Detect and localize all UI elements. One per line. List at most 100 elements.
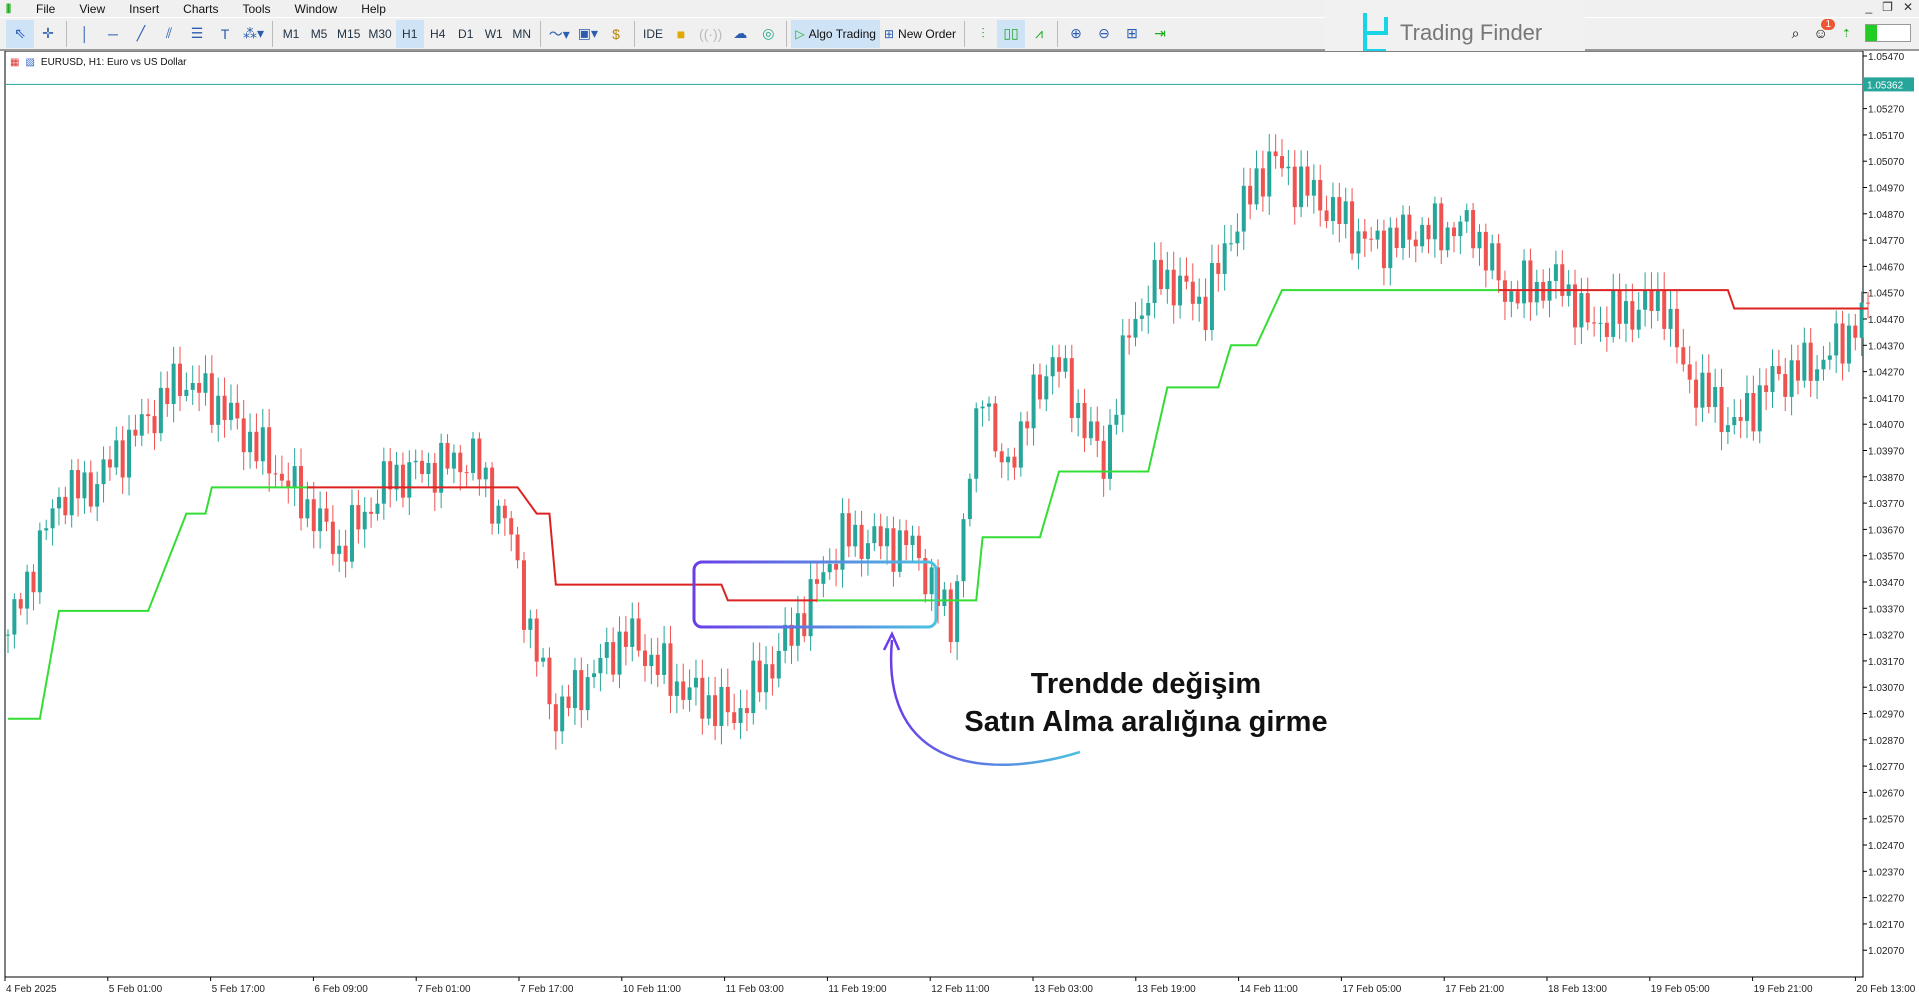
candle-body <box>993 403 998 452</box>
candle-body <box>1018 421 1023 468</box>
candle-body <box>757 660 762 693</box>
candle-body <box>1241 185 1246 232</box>
signal-strength-bar <box>1865 24 1911 42</box>
cursor-icon[interactable]: ⇖ <box>6 19 34 48</box>
candle-body <box>420 460 425 475</box>
tf-h1[interactable]: H1 <box>395 19 424 48</box>
tf-d1[interactable]: D1 <box>452 20 480 48</box>
candle-body <box>362 511 367 530</box>
price-label: 1.04870 <box>1868 210 1905 221</box>
candle-body <box>1808 342 1813 381</box>
candle-body <box>541 657 546 662</box>
menu-insert[interactable]: Insert <box>117 2 171 16</box>
horizontal-line-icon[interactable]: ─ <box>99 20 127 48</box>
candle-body <box>1451 227 1456 237</box>
close-button[interactable]: ✕ <box>1903 0 1913 14</box>
restore-button[interactable]: ❐ <box>1882 0 1893 14</box>
zoom-in-icon[interactable]: ⊕ <box>1062 20 1090 48</box>
dollar-icon[interactable]: $ <box>602 20 630 48</box>
divider <box>786 20 788 47</box>
autoscroll-icon[interactable]: ⇥ <box>1146 20 1174 48</box>
tf-mn[interactable]: MN <box>508 20 536 48</box>
market-icon[interactable]: ■ <box>667 20 695 48</box>
tf-m30[interactable]: M30 <box>364 20 395 48</box>
candle-body <box>375 503 380 514</box>
menu-view[interactable]: View <box>67 2 117 16</box>
channel-icon[interactable]: ⫽ <box>155 20 183 48</box>
vps-icon[interactable]: ☁ <box>726 20 754 48</box>
tf-m5[interactable]: M5 <box>305 20 333 48</box>
tf-m1[interactable]: M1 <box>277 20 305 48</box>
indicators-icon[interactable]: 〜▾ <box>545 20 574 48</box>
menu-help[interactable]: Help <box>349 2 398 16</box>
play-icon: ▷ <box>795 26 805 41</box>
templates-icon[interactable]: ▣▾ <box>574 20 602 48</box>
minimize-button[interactable]: _ <box>1865 0 1872 14</box>
community-icon[interactable]: ◎ <box>754 20 782 48</box>
candle-body <box>1528 260 1533 303</box>
menu-charts[interactable]: Charts <box>171 2 230 16</box>
time-label: 10 Feb 11:00 <box>623 984 682 995</box>
candle-body <box>1795 360 1800 381</box>
candle-body <box>241 418 246 453</box>
time-label: 4 Feb 2025 <box>6 984 57 995</box>
ide-button[interactable]: IDE <box>639 20 667 48</box>
candle-body <box>1617 290 1622 324</box>
shapes-icon[interactable]: ⁂▾ <box>239 20 268 48</box>
candle-body <box>999 451 1004 463</box>
candle-body <box>604 642 609 658</box>
candle-body <box>1611 290 1616 337</box>
fibonacci-icon[interactable]: ☰ <box>183 20 211 48</box>
time-label: 7 Feb 01:00 <box>417 984 471 995</box>
candle-body <box>1662 290 1667 329</box>
time-label: 19 Feb 21:00 <box>1754 984 1813 995</box>
tf-h4[interactable]: H4 <box>424 20 452 48</box>
vertical-line-icon[interactable]: │ <box>71 20 99 48</box>
candle-body <box>1636 309 1641 330</box>
candle-body <box>1330 197 1335 222</box>
candle-body <box>305 499 310 519</box>
algo-trading-button[interactable]: ▷ Algo Trading <box>791 19 880 48</box>
crosshair-icon[interactable]: ✛ <box>34 20 62 48</box>
tf-m15[interactable]: M15 <box>333 20 364 48</box>
candle-body <box>349 505 354 562</box>
search-icon[interactable]: ⌕ <box>1792 25 1800 42</box>
text-icon[interactable]: T <box>211 20 239 48</box>
candle-body <box>279 473 284 481</box>
candle-body <box>177 363 182 396</box>
new-order-button[interactable]: ⊞ New Order <box>880 20 960 48</box>
candle-body <box>490 467 495 524</box>
candle-body <box>203 373 208 393</box>
candle-body <box>152 416 157 434</box>
candle-body <box>171 363 176 404</box>
price-chart[interactable]: 1.05470 1.05270 1.05170 1.05070 1.04970 1.048… <box>0 51 1919 996</box>
price-label: 1.02470 <box>1868 841 1905 852</box>
level-icon[interactable]: ⇡ <box>1842 27 1851 40</box>
menu-window[interactable]: Window <box>283 2 350 16</box>
tf-w1[interactable]: W1 <box>480 20 508 48</box>
signals-icon[interactable]: ((·)) <box>695 20 726 48</box>
current-price-label: 1.05362 <box>1867 80 1904 91</box>
bar-chart-icon[interactable]: ⫶ <box>969 20 997 48</box>
candle-body <box>592 673 597 678</box>
tile-windows-icon[interactable]: ⊞ <box>1118 20 1146 48</box>
menu-tools[interactable]: Tools <box>231 2 283 16</box>
candle-body <box>1827 355 1832 360</box>
menu-file[interactable]: File <box>24 2 67 16</box>
zoom-out-icon[interactable]: ⊖ <box>1090 20 1118 48</box>
candle-body <box>1560 264 1565 296</box>
price-label: 1.02170 <box>1868 920 1905 931</box>
candle-body <box>687 687 692 700</box>
price-label: 1.04670 <box>1868 262 1905 273</box>
candle-body <box>776 650 781 679</box>
candle-body <box>566 696 571 709</box>
account-icon[interactable]: ☺ 1 <box>1813 19 1836 41</box>
time-label: 5 Feb 01:00 <box>109 984 163 995</box>
line-chart-icon[interactable]: ⩘ <box>1025 20 1053 48</box>
annotation-line1: Trendde değişim <box>1030 668 1262 700</box>
trendline-icon[interactable]: ╱ <box>127 20 155 48</box>
candlestick-icon[interactable]: ▯▯ <box>997 19 1026 48</box>
time-label: 17 Feb 21:00 <box>1445 984 1504 995</box>
divider <box>1057 20 1059 47</box>
candle-body <box>413 460 418 463</box>
